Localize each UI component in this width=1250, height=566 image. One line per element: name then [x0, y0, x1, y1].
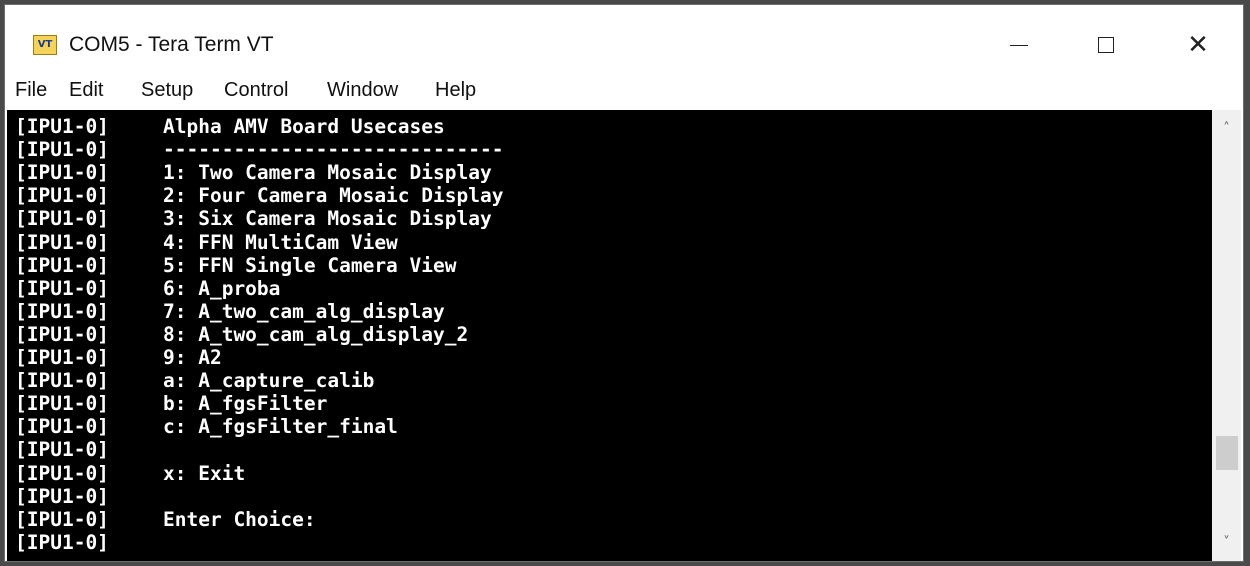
terminal-line-text: c: A_fgsFilter_final	[163, 415, 398, 439]
terminal-line-prefix: [IPU1-0]	[15, 415, 109, 439]
terminal-line-prefix: [IPU1-0]	[15, 507, 109, 531]
terminal-line: [IPU1-0] 5: FFN Single Camera View	[15, 254, 457, 277]
terminal-line-text: 5: FFN Single Camera View	[163, 253, 457, 277]
terminal-line-prefix: [IPU1-0]	[15, 322, 109, 346]
terminal-line-prefix: [IPU1-0]	[15, 161, 109, 185]
terminal-line: [IPU1-0] a: A_capture_calib	[15, 369, 374, 392]
chevron-down-icon[interactable]: ˅	[1212, 532, 1241, 554]
terminal-line: [IPU1-0] 1: Two Camera Mosaic Display	[15, 161, 492, 184]
terminal-line: [IPU1-0] 3: Six Camera Mosaic Display	[15, 207, 492, 230]
terminal-line: [IPU1-0] 6: A_proba	[15, 277, 280, 300]
terminal-line-prefix: [IPU1-0]	[15, 138, 109, 162]
terminal-line: [IPU1-0] 8: A_two_cam_alg_display_2	[15, 323, 468, 346]
terminal-line-prefix: [IPU1-0]	[15, 207, 109, 231]
terminal-line: [IPU1-0]	[15, 531, 163, 554]
terminal-line: [IPU1-0]	[15, 485, 163, 508]
menu-edit[interactable]: Edit	[69, 79, 103, 102]
menu-file[interactable]: File	[15, 79, 47, 102]
minimize-button[interactable]	[990, 23, 1048, 67]
terminal-line-prefix: [IPU1-0]	[15, 115, 109, 138]
terminal-line-prefix: [IPU1-0]	[15, 230, 109, 254]
terminal-line-text: 7: A_two_cam_alg_display	[163, 299, 445, 323]
menu-bar: File Edit Setup Control Window Help	[5, 77, 1243, 109]
terminal-line-prefix: [IPU1-0]	[15, 461, 109, 485]
maximize-button[interactable]	[1077, 23, 1135, 67]
terminal-line-prefix: [IPU1-0]	[15, 299, 109, 323]
terminal-line: [IPU1-0] x: Exit	[15, 462, 245, 485]
terminal-line: [IPU1-0] c: A_fgsFilter_final	[15, 415, 398, 438]
scroll-thumb[interactable]	[1216, 436, 1238, 470]
terminal-line-text: b: A_fgsFilter	[163, 392, 328, 416]
terminal-line-text: 6: A_proba	[163, 276, 281, 300]
terminal-output[interactable]: [IPU1-0] Alpha AMV Board Usecases [IPU1-0]…	[7, 110, 1212, 561]
terminal-line-prefix: [IPU1-0]	[15, 392, 109, 416]
terminal-line: [IPU1-0] b: A_fgsFilter	[15, 392, 327, 415]
vertical-scrollbar[interactable]: ˄ ˅	[1212, 110, 1241, 561]
close-button[interactable]: ✕	[1169, 23, 1227, 67]
terminal-line-prefix: [IPU1-0]	[15, 253, 109, 277]
terminal-line-text: Enter Choice:	[163, 507, 316, 531]
window-title: COM5 - Tera Term VT	[69, 33, 274, 56]
terminal-line: [IPU1-0] 7: A_two_cam_alg_display	[15, 300, 445, 323]
terminal-line-text: 1: Two Camera Mosaic Display	[163, 161, 492, 185]
terminal-line-prefix: [IPU1-0]	[15, 276, 109, 300]
terminal-line-prefix: [IPU1-0]	[15, 530, 109, 554]
chevron-up-icon[interactable]: ˄	[1212, 118, 1241, 140]
menu-help[interactable]: Help	[435, 79, 476, 102]
terminal-line: [IPU1-0] -----------------------------	[15, 138, 503, 161]
terminal-line-prefix: [IPU1-0]	[15, 369, 109, 393]
minimize-icon	[1010, 44, 1028, 47]
terminal-line: [IPU1-0] 9: A2	[15, 346, 222, 369]
terminal-line-prefix: [IPU1-0]	[15, 484, 109, 508]
terminal-line-text: Alpha AMV Board Usecases	[163, 115, 445, 138]
terminal-line-text: 8: A_two_cam_alg_display_2	[163, 322, 469, 346]
terminal-line-text: 9: A2	[163, 346, 222, 369]
terminal-line-text: 2: Four Camera Mosaic Display	[163, 184, 504, 208]
terminal-line-prefix: [IPU1-0]	[15, 184, 109, 208]
terminal-line: [IPU1-0] 4: FFN MultiCam View	[15, 231, 398, 254]
terminal-line-prefix: [IPU1-0]	[15, 346, 109, 369]
terminal-line: [IPU1-0] 2: Four Camera Mosaic Display	[15, 184, 503, 207]
menu-setup[interactable]: Setup	[141, 79, 193, 102]
terminal-line-text: 4: FFN MultiCam View	[163, 230, 398, 254]
terminal-line: [IPU1-0] Alpha AMV Board Usecases	[15, 115, 445, 138]
terminal-line-text: -----------------------------	[163, 138, 504, 162]
terminal-line: [IPU1-0]	[15, 438, 163, 461]
menu-control[interactable]: Control	[224, 79, 288, 102]
maximize-icon	[1098, 36, 1114, 53]
menu-window[interactable]: Window	[327, 79, 398, 102]
terminal-window: VT COM5 - Tera Term VT ✕ File Edit Setup…	[4, 4, 1244, 562]
terminal-line: [IPU1-0] Enter Choice:	[15, 508, 316, 531]
terminal-line-prefix: [IPU1-0]	[15, 438, 109, 462]
title-bar[interactable]: VT COM5 - Tera Term VT ✕	[5, 5, 1243, 77]
terminal-line-text: x: Exit	[163, 461, 246, 485]
close-icon: ✕	[1187, 30, 1209, 60]
terminal-line-text: 3: Six Camera Mosaic Display	[163, 207, 492, 231]
terminal-line-text: a: A_capture_calib	[163, 369, 375, 393]
tera-term-app-icon[interactable]: VT	[33, 35, 57, 55]
